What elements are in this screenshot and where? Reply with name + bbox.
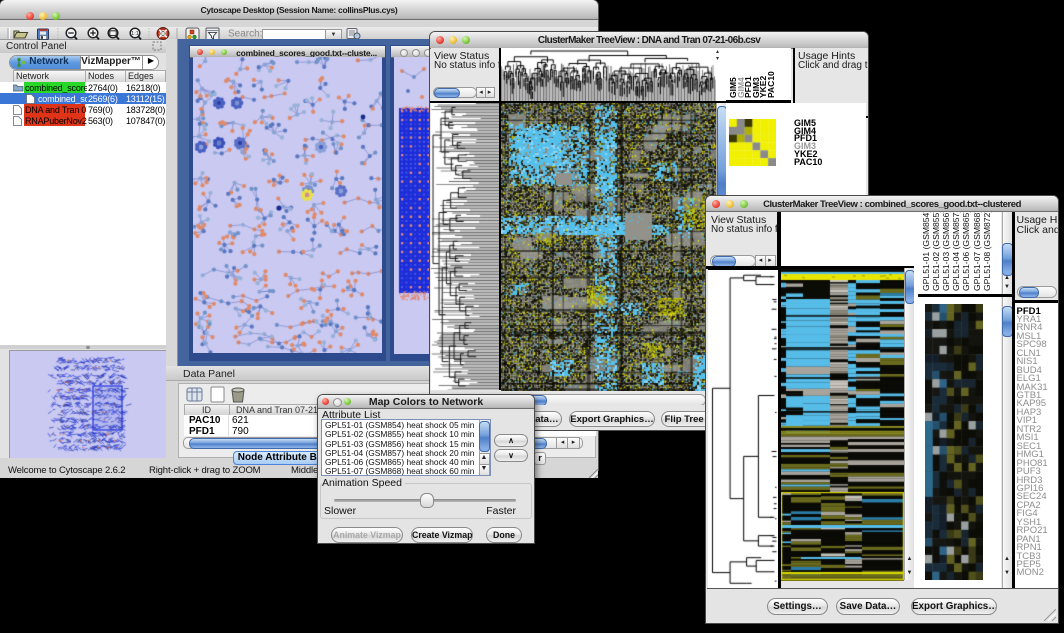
svg-text:1:1: 1:1 bbox=[131, 31, 139, 37]
svg-text:Search:: Search: bbox=[228, 29, 262, 40]
